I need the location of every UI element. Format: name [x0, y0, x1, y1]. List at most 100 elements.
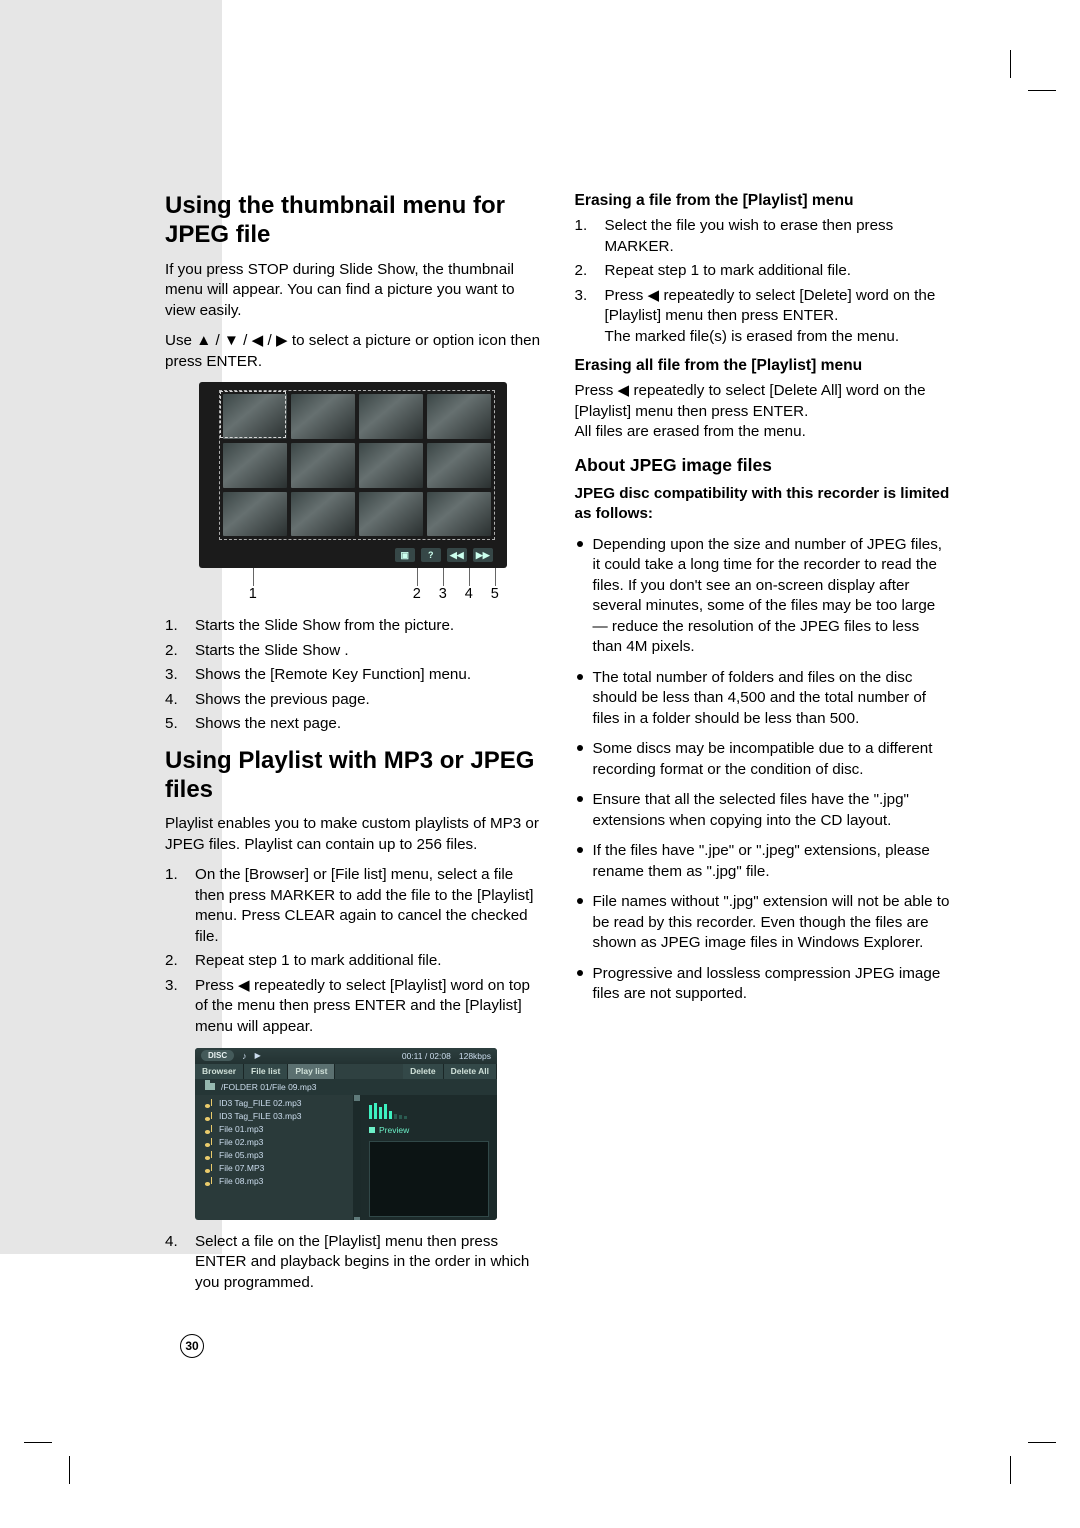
file-name: File 01.mp3	[219, 1124, 263, 1134]
thumb	[291, 394, 355, 439]
heading-thumb: Using the thumbnail menu for JPEG file	[165, 192, 541, 250]
thumb	[427, 492, 491, 537]
list-item: Select the file you wish to erase then p…	[575, 216, 951, 257]
heading-playlist: Using Playlist with MP3 or JPEG files	[165, 747, 541, 805]
cropmark	[1028, 1442, 1056, 1443]
list-item: ID3 Tag_FILE 03.mp3	[195, 1110, 353, 1123]
nav-next-icon: ▶▶	[473, 548, 493, 562]
file-name: File 08.mp3	[219, 1176, 263, 1186]
tab-delete: Delete	[403, 1064, 444, 1079]
callout-num: 3	[439, 586, 447, 602]
list-item: Repeat step 1 to mark additional file.	[165, 951, 541, 972]
heading-erase-all: Erasing all file from the [Playlist] men…	[575, 357, 951, 375]
time-text: 00:11 / 02:08	[402, 1051, 451, 1061]
list-item: Ensure that all the selected files have …	[575, 790, 951, 831]
list-item: File 05.mp3	[195, 1149, 353, 1162]
callout-num: 5	[491, 586, 499, 602]
list-item: Shows the previous page.	[165, 690, 541, 711]
para-thumb-intro: If you press STOP during Slide Show, the…	[165, 260, 541, 322]
file-name: File 02.mp3	[219, 1137, 263, 1147]
thumbnail-menu-figure: ▣ ? ◀◀ ▶▶ 1 2 3 4 5	[199, 382, 507, 602]
file-name: ID3 Tag_FILE 03.mp3	[219, 1111, 302, 1121]
list-item: Depending upon the size and number of JP…	[575, 535, 951, 658]
bitrate-text: 128kbps	[459, 1051, 491, 1061]
music-icon	[205, 1112, 214, 1121]
callout-line	[253, 568, 254, 586]
callout-line	[495, 568, 496, 586]
heading-erase-one: Erasing a file from the [Playlist] menu	[575, 192, 951, 210]
thumb	[223, 394, 287, 439]
arrow-keys-text: ▲ / ▼ / ◀ / ▶	[196, 332, 287, 349]
music-icon	[205, 1125, 214, 1134]
nav-slideshow-icon: ▣	[395, 548, 415, 562]
list-item: ID3 Tag_FILE 02.mp3	[195, 1097, 353, 1110]
disc-chip: DISC	[201, 1050, 234, 1061]
playlist-preview-panel: Preview	[361, 1095, 497, 1220]
thumb	[359, 492, 423, 537]
thumb	[427, 394, 491, 439]
preview-label: Preview	[369, 1125, 489, 1135]
cropmark	[1010, 1456, 1011, 1484]
thumb	[359, 394, 423, 439]
tab-filelist: File list	[244, 1064, 288, 1079]
file-name: File 05.mp3	[219, 1150, 263, 1160]
tab-delete-all: Delete All	[444, 1064, 497, 1079]
thumb	[291, 492, 355, 537]
list-item: Shows the [Remote Key Function] menu.	[165, 665, 541, 686]
list-item: Press ◀ repeatedly to select [Playlist] …	[165, 976, 541, 1038]
thumb-callout-list: Starts the Slide Show from the picture. …	[165, 616, 541, 735]
callout-num: 1	[249, 586, 257, 602]
callout-num: 4	[465, 586, 473, 602]
list-item: The total number of folders and files on…	[575, 668, 951, 730]
path-text: /FOLDER 01/File 09.mp3	[221, 1082, 316, 1092]
right-column: Erasing a file from the [Playlist] menu …	[575, 192, 951, 1303]
thumb	[359, 443, 423, 488]
list-item: File names without ".jpg" extension will…	[575, 892, 951, 954]
nav-prev-icon: ◀◀	[447, 548, 467, 562]
text: Use	[165, 332, 196, 349]
playlist-figure: DISC ♪ ▶ 00:11 / 02:08 128kbps Browser F…	[195, 1048, 497, 1220]
music-icon	[205, 1099, 214, 1108]
music-icon	[205, 1151, 214, 1160]
equalizer-icon	[369, 1101, 489, 1119]
preview-box	[369, 1141, 489, 1217]
thumb	[291, 443, 355, 488]
music-icon	[205, 1177, 214, 1186]
text: Preview	[379, 1125, 409, 1135]
list-item: Press ◀ repeatedly to select [Delete] wo…	[575, 286, 951, 348]
folder-icon	[205, 1083, 215, 1090]
playlist-file-list: ID3 Tag_FILE 02.mp3 ID3 Tag_FILE 03.mp3 …	[195, 1095, 353, 1220]
cropmark	[24, 1442, 52, 1443]
callout-line	[469, 568, 470, 586]
list-item: File 02.mp3	[195, 1136, 353, 1149]
thumb	[427, 443, 491, 488]
list-item: Shows the next page.	[165, 714, 541, 735]
scrollbar	[353, 1095, 361, 1220]
playlist-topbar: DISC ♪ ▶ 00:11 / 02:08 128kbps	[195, 1048, 497, 1064]
music-icon	[205, 1164, 214, 1173]
list-item: Progressive and lossless compression JPE…	[575, 964, 951, 1005]
play-icon: ▶	[255, 1051, 261, 1060]
tab-browser: Browser	[195, 1064, 244, 1079]
thumbnail-screen: ▣ ? ◀◀ ▶▶	[199, 382, 507, 568]
heading-about-jpeg: About JPEG image files	[575, 455, 951, 476]
cropmark	[69, 1456, 70, 1484]
file-name: File 07.MP3	[219, 1163, 264, 1173]
list-item: File 01.mp3	[195, 1123, 353, 1136]
stop-icon	[369, 1127, 375, 1133]
page-number: 30	[180, 1334, 204, 1358]
callout-line	[417, 568, 418, 586]
thumb	[223, 443, 287, 488]
callout-num: 2	[413, 586, 421, 602]
jpeg-compat-bullets: Depending upon the size and number of JP…	[575, 535, 951, 1005]
music-note-icon: ♪	[242, 1051, 247, 1061]
list-item: Select a file on the [Playlist] menu the…	[165, 1232, 541, 1294]
list-item: Starts the Slide Show .	[165, 641, 541, 662]
list-item: Repeat step 1 to mark additional file.	[575, 261, 951, 282]
list-item: File 07.MP3	[195, 1162, 353, 1175]
thumb	[223, 492, 287, 537]
callout-line	[443, 568, 444, 586]
playlist-tabs: Browser File list Play list Delete Delet…	[195, 1064, 497, 1079]
list-item: If the files have ".jpe" or ".jpeg" exte…	[575, 841, 951, 882]
nav-remote-icon: ?	[421, 548, 441, 562]
